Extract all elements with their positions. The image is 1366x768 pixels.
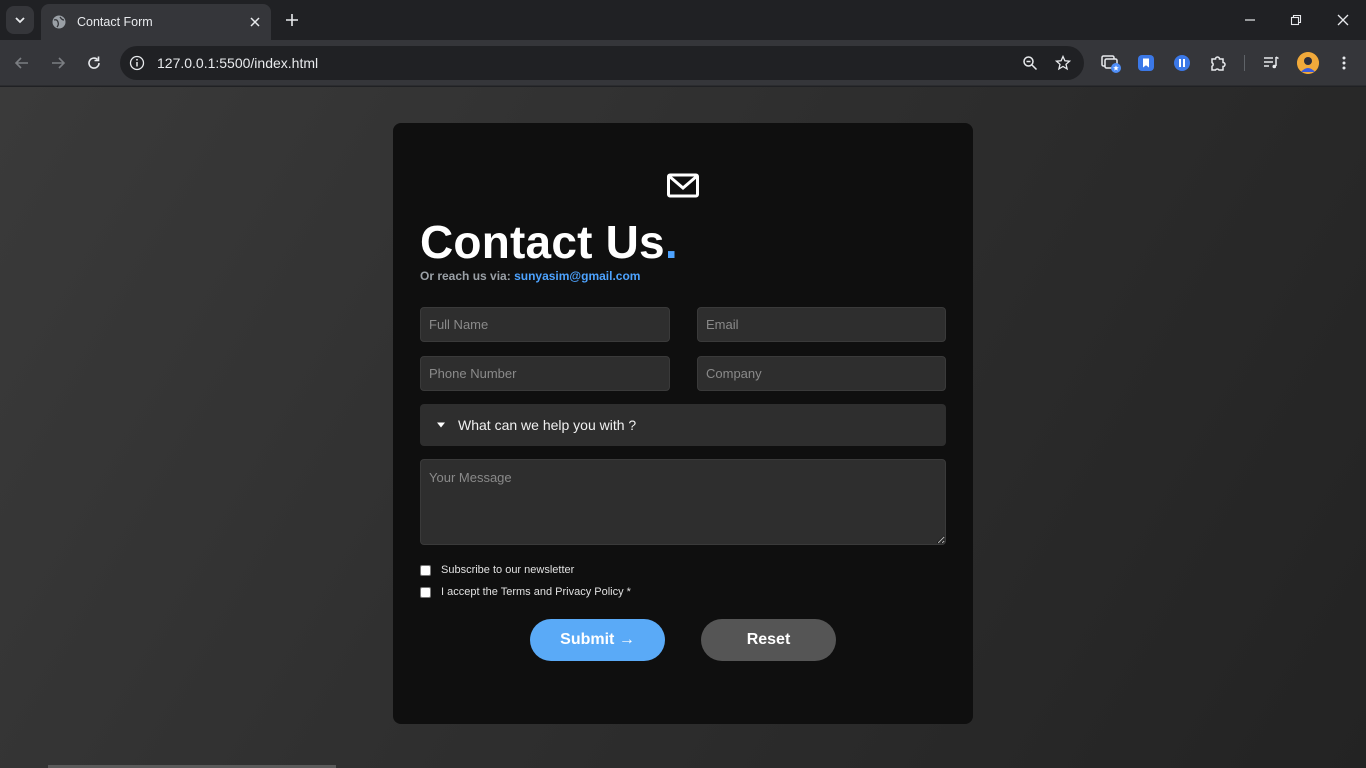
site-info-icon[interactable] — [125, 51, 149, 75]
page-title-text: Contact Us — [420, 216, 665, 268]
email-input[interactable] — [697, 307, 946, 342]
terms-label: I accept the Terms and Privacy Policy * — [441, 586, 631, 598]
reach-us-email-link[interactable]: sunyasim@gmail.com — [514, 269, 640, 283]
plus-icon — [286, 14, 298, 26]
minimize-icon — [1245, 19, 1255, 21]
phone-input[interactable] — [420, 356, 670, 391]
zoom-icon[interactable] — [1018, 51, 1042, 75]
tab-close-icon[interactable] — [245, 12, 265, 32]
restore-button[interactable] — [1284, 8, 1308, 32]
extensions-puzzle-icon[interactable] — [1206, 51, 1230, 75]
help-topic-label: What can we help you with ? — [458, 417, 637, 433]
close-window-button[interactable] — [1331, 8, 1355, 32]
tab-groups-extension-icon[interactable] — [1099, 51, 1123, 75]
url-text: 127.0.0.1:5500/index.html — [157, 55, 319, 71]
tab-title: Contact Form — [77, 15, 153, 29]
submit-button[interactable]: Submit → — [530, 619, 665, 661]
bookmark-star-icon[interactable] — [1051, 51, 1075, 75]
profile-avatar[interactable] — [1297, 52, 1319, 74]
arrow-left-icon — [14, 57, 28, 69]
reach-us-prefix: Or reach us via: — [420, 269, 511, 283]
message-textarea[interactable] — [420, 459, 946, 545]
address-bar[interactable]: 127.0.0.1:5500/index.html — [120, 46, 1084, 80]
bookmark-extension-icon[interactable] — [1134, 51, 1158, 75]
mail-icon — [667, 173, 699, 198]
reload-icon — [88, 56, 100, 69]
reach-us-line: Or reach us via: sunyasim@gmail.com — [420, 269, 640, 283]
page-title-dot: . — [664, 216, 678, 268]
newsletter-checkbox[interactable] — [420, 564, 431, 576]
forward-button[interactable] — [46, 51, 70, 75]
chevron-down-icon — [15, 17, 25, 24]
browser-toolbar: 127.0.0.1:5500/index.html — [0, 40, 1366, 86]
reset-button[interactable]: Reset — [701, 619, 836, 661]
browser-tab[interactable]: Contact Form — [41, 4, 271, 40]
minimize-button[interactable] — [1238, 8, 1262, 32]
media-controls-icon[interactable] — [1259, 51, 1283, 75]
reload-button[interactable] — [82, 51, 106, 75]
company-input[interactable] — [697, 356, 946, 391]
tab-search-button[interactable] — [6, 6, 34, 34]
new-tab-button[interactable] — [280, 8, 304, 32]
terms-option: I accept the Terms and Privacy Policy * — [420, 586, 631, 598]
terms-checkbox[interactable] — [420, 586, 431, 598]
page-viewport: Contact Us. Or reach us via: sunyasim@gm… — [0, 87, 1366, 768]
tab-strip: Contact Form — [0, 0, 1366, 40]
browser-menu-icon[interactable] — [1332, 51, 1356, 75]
pause-extension-icon[interactable] — [1170, 51, 1194, 75]
back-button[interactable] — [10, 51, 34, 75]
close-icon — [1337, 14, 1349, 26]
arrow-right-icon — [52, 57, 66, 69]
help-topic-disclosure[interactable]: What can we help you with ? — [420, 404, 946, 446]
newsletter-option: Subscribe to our newsletter — [420, 564, 574, 576]
globe-icon — [51, 14, 67, 30]
page-title: Contact Us. — [420, 215, 678, 269]
contact-card: Contact Us. Or reach us via: sunyasim@gm… — [393, 123, 973, 724]
full-name-input[interactable] — [420, 307, 670, 342]
newsletter-label: Subscribe to our newsletter — [441, 564, 575, 576]
caret-down-icon — [436, 420, 446, 430]
toolbar-separator — [1244, 55, 1245, 71]
restore-icon — [1290, 14, 1302, 26]
